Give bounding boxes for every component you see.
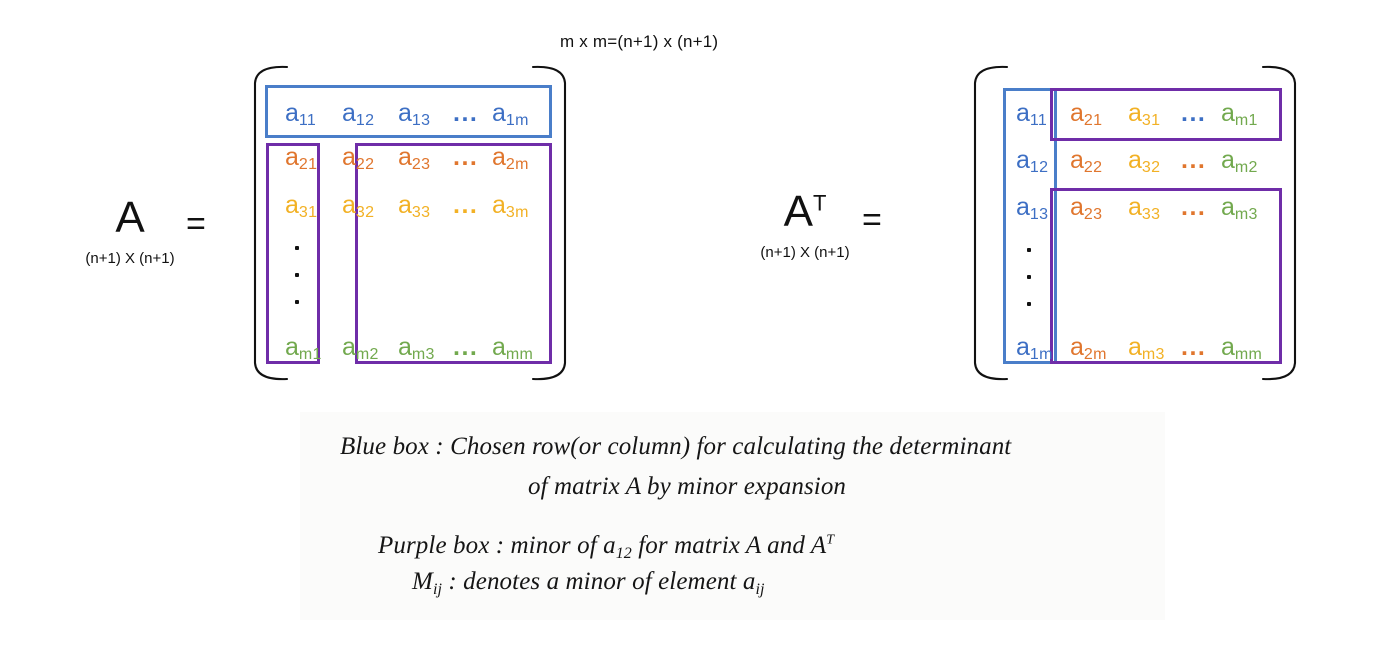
- matrix-a-ellipsis-r4: ...: [453, 333, 479, 361]
- matrix-at-cell-r1c2: a21: [1070, 99, 1103, 130]
- matrix-a-name: A: [115, 193, 145, 242]
- matrix-a-vertical-dot-1: [295, 246, 299, 250]
- matrix-at-cell-r1c5: am1: [1221, 99, 1258, 130]
- matrix-a-cell-r4c1: am1: [285, 333, 322, 364]
- matrix-a-cell-r2c2: a22: [342, 143, 375, 174]
- matrix-at-cell-r1c3: a31: [1128, 99, 1161, 130]
- legend-minor-notation-line: Mij : denotes a minor of element aij: [412, 568, 765, 598]
- legend-purple-box-line: Purple box : minor of a12 for matrix A a…: [378, 532, 835, 562]
- matrix-at-ellipsis-r4: ...: [1181, 333, 1207, 361]
- matrix-at-label-group: AT (n+1) X (n+1): [755, 190, 855, 262]
- matrix-at-cell-r3c2: a23: [1070, 193, 1103, 224]
- matrix-a-cell-r1c1: a11: [285, 99, 317, 130]
- matrix-a-cell-r3c3: a33: [398, 191, 431, 222]
- highlight-box-purple-minor-a: [355, 143, 552, 364]
- matrix-a-cell-r1c2: a12: [342, 99, 375, 130]
- legend-blue-box-line1: Blue box : Chosen row(or column) for cal…: [340, 433, 1012, 460]
- matrix-at-vertical-dot-3: [1027, 302, 1031, 306]
- matrix-at-dimensions: (n+1) X (n+1): [760, 244, 850, 261]
- matrix-at-name: AT: [784, 190, 827, 234]
- matrix-a-cell-r2c1: a21: [285, 143, 318, 174]
- matrix-at-vertical-dot-1: [1027, 248, 1031, 252]
- matrix-a-cell-r4c3: am3: [398, 333, 435, 364]
- matrix-at-body: a11 a21 a31 ... am1 a12 a22 a32 ... am2 …: [965, 55, 1315, 390]
- spellcheck-squiggle-a: [492, 364, 533, 369]
- matrix-a-cell-r2c3: a23: [398, 143, 431, 174]
- matrix-at-cell-r2c1: a12: [1016, 146, 1049, 177]
- matrix-a-dimensions: (n+1) X (n+1): [85, 250, 175, 267]
- legend-minor-a-sub: ij: [755, 581, 765, 598]
- matrix-at-cell-r3c1: a13: [1016, 193, 1049, 224]
- legend-purple-superscript: T: [826, 532, 835, 548]
- matrix-at-cell-r2c5: am2: [1221, 146, 1258, 177]
- matrix-at-equals-sign: =: [862, 201, 882, 239]
- matrix-at-cell-r2c2: a22: [1070, 146, 1103, 177]
- matrix-at-cell-r4c5: amm: [1221, 335, 1262, 364]
- matrix-at-ellipsis-r2: ...: [1181, 146, 1207, 174]
- highlight-box-blue-col-at: [1003, 88, 1057, 364]
- matrix-a-cell-r1c5: a1m: [492, 99, 529, 130]
- legend-blue-box-line2: of matrix A by minor expansion: [528, 473, 847, 500]
- matrix-a-ellipsis-r2: ...: [453, 143, 479, 171]
- matrix-dimension-label: m x m=(n+1) x (n+1): [560, 32, 719, 51]
- matrix-a-cell-r3c2: a32: [342, 191, 375, 222]
- matrix-a-cell-r3c1: a31: [285, 191, 318, 222]
- legend-minor-m: M: [412, 568, 433, 595]
- matrix-at-cell-r2c3: a32: [1128, 146, 1161, 177]
- matrix-a-ellipsis-r1: ...: [453, 99, 479, 127]
- legend-purple-prefix: Purple box : minor of a: [378, 532, 616, 559]
- matrix-at-cell-r4c1: a1m: [1016, 333, 1053, 364]
- matrix-at-cell-r1c1: a11: [1016, 99, 1048, 130]
- matrix-a-vertical-dot-2: [295, 273, 299, 277]
- spellcheck-squiggle-at: [1221, 364, 1262, 369]
- legend-minor-text: : denotes a minor of element a: [442, 568, 756, 595]
- matrix-a-cell-r1c3: a13: [398, 99, 431, 130]
- matrix-at-cell-r4c3: am3: [1128, 333, 1165, 364]
- matrix-at-base: A: [783, 187, 813, 236]
- matrix-a-cell-r3c5: a3m: [492, 191, 529, 222]
- matrix-a-vertical-dot-3: [295, 300, 299, 304]
- matrix-at-superscript: T: [812, 190, 827, 216]
- matrix-at-cell-r3c5: am3: [1221, 193, 1258, 224]
- matrix-at-cell-r4c2: a2m: [1070, 333, 1107, 364]
- legend-minor-m-sub: ij: [432, 581, 443, 598]
- matrix-at-cell-r3c3: a33: [1128, 193, 1161, 224]
- matrix-a-label-group: A (n+1) X (n+1): [85, 193, 175, 268]
- matrix-a-body: a11 a12 a13 ... a1m a21 a22 a23 ... a2m …: [245, 55, 585, 390]
- matrix-a-equals-sign: =: [186, 205, 206, 243]
- matrix-a-cell-r2c5: a2m: [492, 143, 529, 174]
- matrix-a-cell-r4c2: am2: [342, 333, 379, 364]
- matrix-at-vertical-dot-2: [1027, 275, 1031, 279]
- legend-purple-subscript: 12: [615, 545, 632, 562]
- legend-purple-middle: for matrix A and A: [631, 532, 827, 559]
- matrix-a-ellipsis-r3: ...: [453, 191, 479, 219]
- matrix-at-ellipsis-r1: ...: [1181, 99, 1207, 127]
- matrix-at-ellipsis-r3: ...: [1181, 193, 1207, 221]
- matrix-a-cell-r4c5: amm: [492, 335, 533, 364]
- highlight-box-purple-col1-a: [266, 143, 320, 364]
